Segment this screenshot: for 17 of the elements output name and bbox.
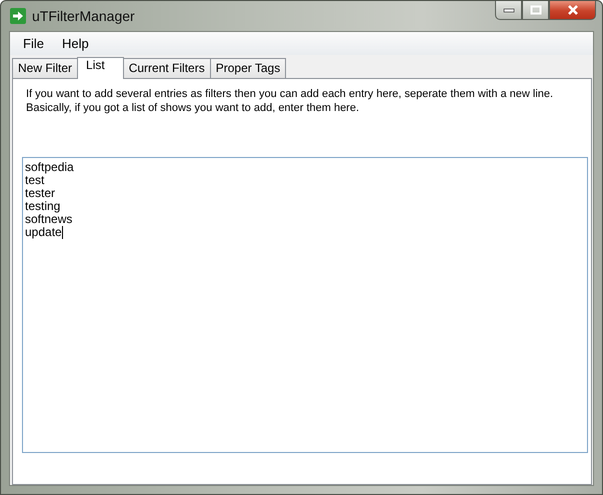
instruction-text: Basically, if you got a list of shows you want to add, enter them here. bbox=[26, 101, 360, 115]
tab[interactable]: Current Filters bbox=[122, 58, 211, 78]
tab[interactable]: Proper Tags bbox=[210, 58, 286, 78]
window-title: uTFilterManager bbox=[32, 8, 135, 24]
close-icon bbox=[566, 4, 580, 16]
close-button[interactable] bbox=[549, 1, 596, 20]
maximize-button[interactable] bbox=[522, 1, 549, 20]
minimize-icon bbox=[502, 7, 514, 13]
instruction-text: If you want to add several entries as filters then you can add each entry here, seperate them with a new line. bbox=[26, 87, 554, 101]
text-cursor bbox=[62, 226, 63, 239]
maximize-icon bbox=[530, 5, 542, 15]
list-field[interactable]: softpedia test tester testing softnews update bbox=[22, 157, 588, 453]
tab[interactable]: List bbox=[77, 57, 124, 79]
menu-item[interactable]: Help bbox=[52, 34, 98, 53]
menu-item[interactable]: File bbox=[14, 34, 53, 53]
tab[interactable]: New Filter bbox=[12, 58, 78, 78]
minimize-button[interactable] bbox=[495, 1, 522, 20]
